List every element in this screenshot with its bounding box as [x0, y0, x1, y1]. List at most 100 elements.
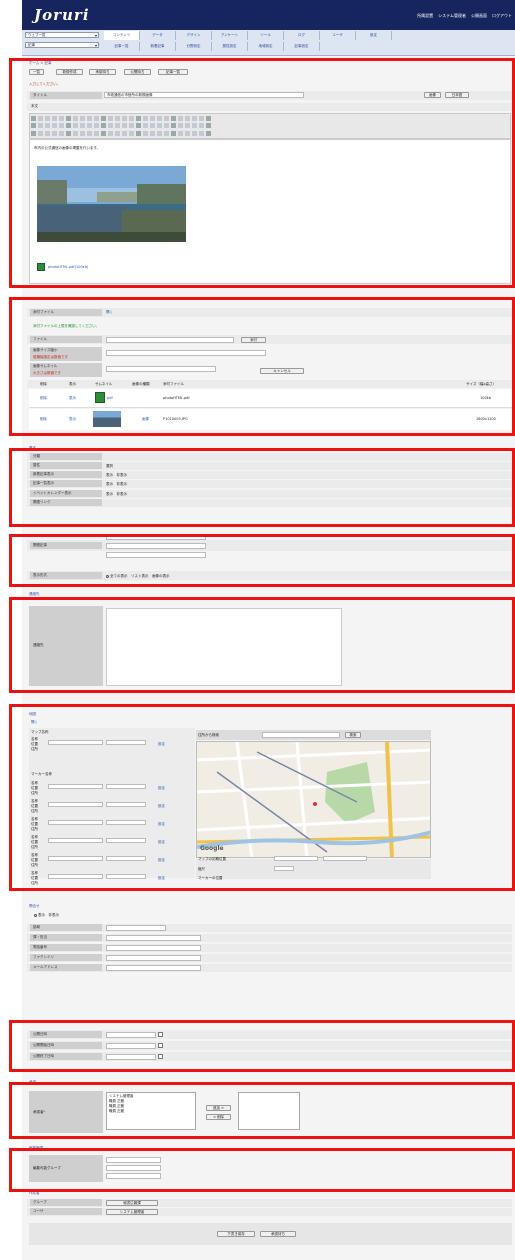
link-icon[interactable]	[136, 123, 141, 128]
marker-name-input[interactable]	[48, 784, 103, 789]
tab-new-articles[interactable]: 新着記事	[140, 42, 176, 51]
size-select[interactable]: 画像	[424, 92, 441, 98]
attach-open-link[interactable]: 開く	[106, 310, 113, 315]
tab-survey[interactable]: アンケート	[212, 31, 248, 40]
body-file-link[interactable]: photoHTML.pdf(100kb)	[48, 265, 88, 269]
contact-radio[interactable]: 表示 非表示	[34, 913, 59, 918]
link-icon[interactable]	[129, 131, 134, 136]
italic-icon[interactable]	[108, 131, 113, 136]
contact-row-input[interactable]	[106, 925, 166, 931]
save-draft-button[interactable]: 下書き保存	[217, 1231, 255, 1237]
list-icon[interactable]	[122, 131, 127, 136]
marker-pos-input[interactable]	[106, 820, 146, 825]
settings-row-value[interactable]: 表示 非表示	[106, 492, 127, 497]
italic-icon[interactable]	[199, 123, 204, 128]
image-icon[interactable]	[143, 123, 148, 128]
image-icon[interactable]	[59, 123, 64, 128]
submit-approval-button[interactable]: 承認待ち	[260, 1231, 296, 1237]
header-link-admin[interactable]: システム管理者	[438, 13, 466, 19]
undo-icon[interactable]	[80, 116, 85, 121]
undo-icon[interactable]	[150, 131, 155, 136]
map-view[interactable]: Google	[196, 741, 431, 858]
color-icon[interactable]	[101, 116, 106, 121]
list-icon[interactable]	[136, 116, 141, 121]
italic-icon[interactable]	[206, 116, 211, 121]
underline-icon[interactable]	[122, 123, 127, 128]
bold-icon[interactable]	[115, 116, 120, 121]
indent-icon[interactable]	[101, 123, 106, 128]
remove-approver-button[interactable]: < 削除	[206, 1114, 231, 1120]
undo-icon[interactable]	[66, 131, 71, 136]
table-icon[interactable]	[157, 116, 162, 121]
marker-name-input[interactable]	[48, 740, 103, 745]
marker-set-link[interactable]: 設定	[158, 804, 165, 809]
bold-icon[interactable]	[199, 116, 204, 121]
bold-icon[interactable]	[31, 116, 36, 121]
indent-icon[interactable]	[178, 131, 183, 136]
tab-article-settings[interactable]: 記事設定	[284, 42, 320, 51]
redo-icon[interactable]	[171, 116, 176, 121]
contact-row-input[interactable]	[106, 935, 201, 941]
map-open-link[interactable]: 開く	[31, 720, 38, 725]
list-icon[interactable]	[38, 131, 43, 136]
row1-delete[interactable]: 削除	[40, 396, 47, 401]
settings-row-value[interactable]: 表示 非表示	[106, 482, 127, 487]
map-zoom-input[interactable]	[274, 866, 294, 871]
marker-set-link[interactable]: 設定	[158, 786, 165, 791]
table-icon[interactable]	[59, 131, 64, 136]
related-select-2[interactable]	[106, 543, 206, 549]
article-list-button[interactable]: 記事一覧	[158, 69, 188, 75]
header-link-public[interactable]: 公開画面	[471, 13, 487, 19]
row2-view[interactable]: 表示	[69, 417, 76, 422]
list-button[interactable]: 一覧	[29, 69, 44, 75]
undo-icon[interactable]	[164, 116, 169, 121]
creator-group-select[interactable]: 秘書広報課	[106, 1200, 158, 1206]
creator-user-select[interactable]: システム管理者	[106, 1209, 158, 1215]
list-icon[interactable]	[52, 116, 57, 121]
tab-log[interactable]: ログ	[284, 31, 320, 40]
tab-article-list[interactable]: 記事一覧	[104, 42, 140, 51]
date-row-input[interactable]	[106, 1043, 156, 1049]
marker-pos-input[interactable]	[106, 874, 146, 879]
pending-button[interactable]: 承認待ち	[89, 69, 116, 75]
redo-icon[interactable]	[73, 131, 78, 136]
header-link-logout[interactable]: ログアウト	[492, 13, 512, 19]
underline-icon[interactable]	[38, 123, 43, 128]
bold-icon[interactable]	[192, 123, 197, 128]
image-icon[interactable]	[66, 116, 71, 121]
row1-view[interactable]: 表示	[69, 396, 76, 401]
marker-set-link[interactable]: 設定	[158, 822, 165, 827]
display-options[interactable]: 全ての表示 リスト表示 画像の表示	[106, 574, 170, 579]
underline-icon[interactable]	[206, 123, 211, 128]
italic-icon[interactable]	[115, 123, 120, 128]
marker-name-input[interactable]	[48, 802, 103, 807]
indent-icon[interactable]	[185, 123, 190, 128]
map-center-lng[interactable]	[323, 856, 367, 861]
redo-icon[interactable]	[157, 131, 162, 136]
align-icon[interactable]	[178, 116, 183, 121]
table-icon[interactable]	[143, 131, 148, 136]
underline-icon[interactable]	[129, 116, 134, 121]
image-icon[interactable]	[136, 131, 141, 136]
approver-target-list[interactable]	[238, 1092, 300, 1130]
marker-set-link[interactable]: 設定	[158, 742, 165, 747]
marker-set-link[interactable]: 設定	[158, 840, 165, 845]
tab-contents[interactable]: コンテンツ	[104, 31, 140, 40]
color-icon[interactable]	[171, 131, 176, 136]
calendar-icon[interactable]	[158, 1043, 163, 1048]
color-icon[interactable]	[87, 131, 92, 136]
link-icon[interactable]	[143, 116, 148, 121]
new-button[interactable]: 新規作成	[56, 69, 83, 75]
underline-icon[interactable]	[31, 131, 36, 136]
align-icon[interactable]	[87, 123, 92, 128]
align-icon[interactable]	[171, 123, 176, 128]
editor-group-select-1[interactable]	[106, 1157, 161, 1163]
image-size-input[interactable]	[106, 350, 266, 356]
italic-icon[interactable]	[192, 131, 197, 136]
contact-row-input[interactable]	[106, 965, 201, 971]
table-icon[interactable]	[73, 116, 78, 121]
marker-name-input[interactable]	[48, 838, 103, 843]
align-icon[interactable]	[80, 131, 85, 136]
undo-icon[interactable]	[73, 123, 78, 128]
tab-attributes[interactable]: 属性設定	[212, 42, 248, 51]
